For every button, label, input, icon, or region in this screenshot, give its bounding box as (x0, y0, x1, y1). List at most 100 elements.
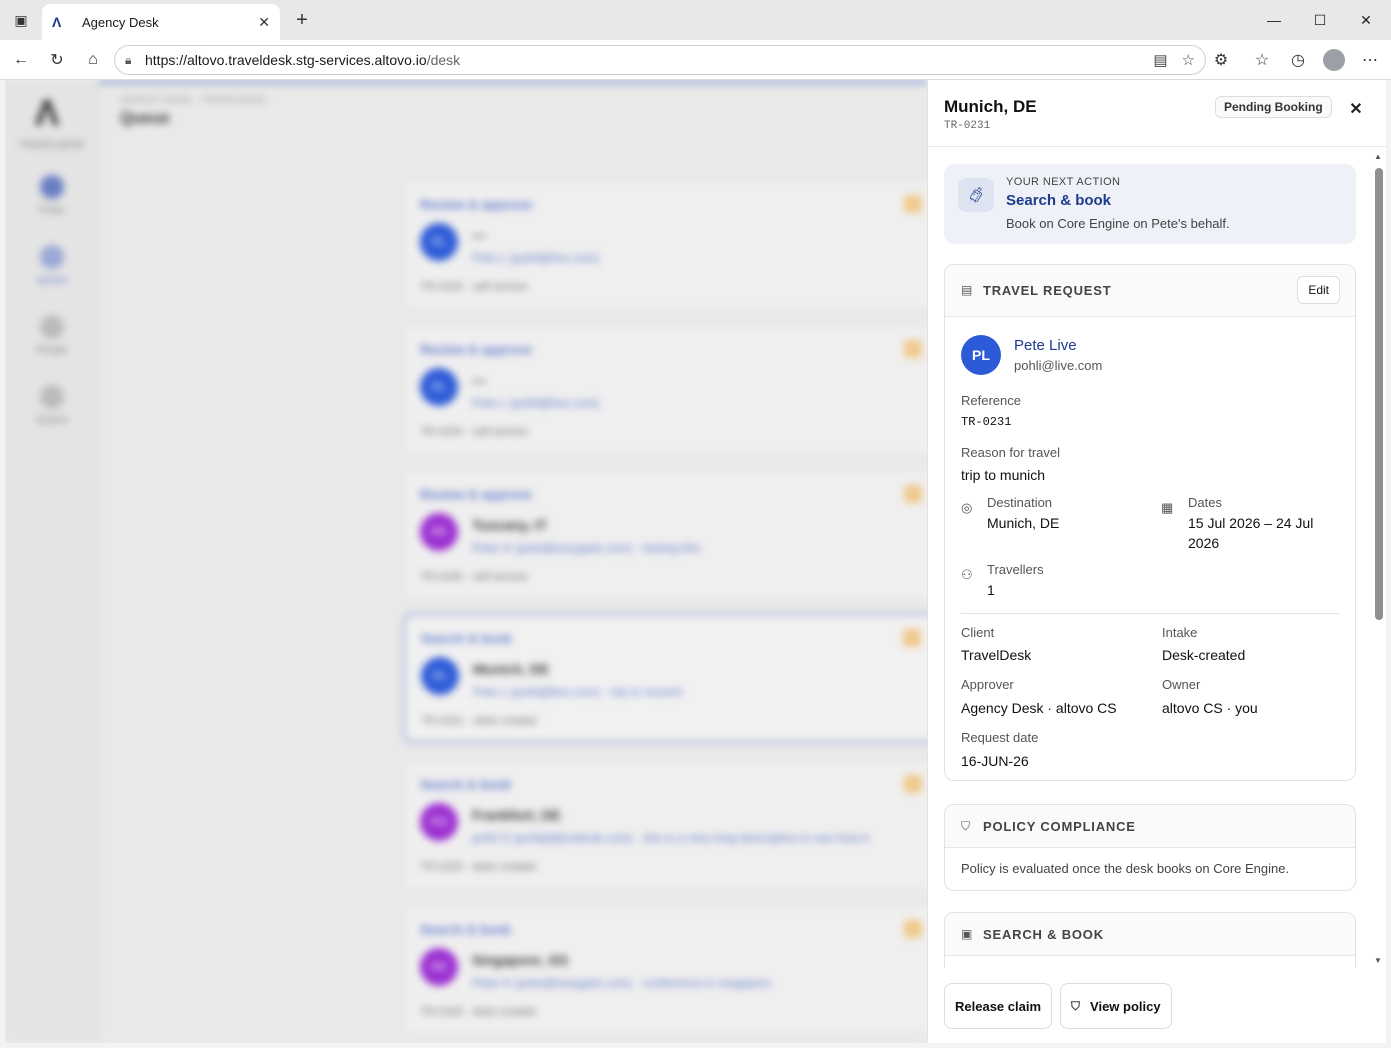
card-action: Review & approve (420, 197, 532, 212)
card-name: Frankfurt, DE (472, 807, 561, 823)
panel-reference: TR-0231 (944, 120, 991, 132)
destination-label: Destination (987, 495, 1053, 510)
app-label: TRAVELDESK (19, 140, 85, 151)
status-badge (904, 775, 922, 793)
home-icon[interactable]: ⌂ (80, 48, 106, 72)
status-badge (903, 629, 921, 647)
shield-icon: ⛉ (961, 819, 971, 833)
app-sidebar: Λ TRAVELDESK Pulse Queue People Search (5, 80, 99, 1043)
traveller-email: pohli@live.com (1014, 358, 1103, 373)
queue-card[interactable]: Review & approve PL — Pete L (pohli@live… (403, 325, 943, 455)
scroll-down-icon[interactable]: ▼ (1374, 956, 1382, 965)
nav-item-queue[interactable]: Queue (5, 245, 99, 286)
favorite-star-icon[interactable]: ☆ (1182, 51, 1195, 69)
client-value: TravelDesk (961, 647, 1032, 663)
travel-request-body: PL Pete Live pohli@live.com Reference TR… (945, 317, 1355, 780)
favorites-icon[interactable]: ☆ (1249, 48, 1275, 72)
luggage-icon: ▣ (961, 927, 973, 941)
card-action: Review & approve (420, 342, 532, 357)
card-foot: TR-0228 · desk created (420, 1006, 536, 1018)
reader-mode-icon[interactable]: ▤ (1153, 51, 1167, 69)
status-badge (904, 340, 922, 358)
card-action: Search & book (420, 922, 512, 937)
status-badge (904, 195, 922, 213)
more-menu-icon[interactable]: ⋯ (1357, 48, 1383, 72)
dates-value-line2: 2026 (1188, 535, 1220, 551)
panel-scroll-area[interactable]: 🧳︎ YOUR NEXT ACTION Search & book Book o… (928, 148, 1386, 968)
calendar-icon: ▦ (1161, 500, 1174, 515)
nav-item-people[interactable]: People (5, 315, 99, 356)
page-viewport: Λ TRAVELDESK Pulse Queue People Search A… (5, 80, 1386, 1043)
card-name: Munich, DE (473, 661, 550, 677)
back-icon[interactable]: ← (8, 48, 34, 72)
card-email: Pete L (pohli@live.com) (472, 251, 600, 265)
card-foot: TR-0234 · self service (420, 426, 528, 438)
app-logo-icon: Λ (35, 92, 60, 133)
queue-icon (40, 245, 64, 269)
queue-card-selected[interactable]: Search & book PL Munich, DE Pete L (pohl… (403, 613, 943, 743)
document-icon: ▤ (961, 283, 973, 297)
client-label: Client (961, 625, 995, 640)
card-name: — (472, 227, 486, 243)
next-action-title: Search & book (1006, 192, 1112, 209)
destination-value: Munich, DE (987, 515, 1060, 531)
location-pin-icon: ◎ (961, 500, 973, 515)
dates-value-line1: 15 Jul 2026 – 24 Jul (1188, 515, 1314, 531)
refresh-icon[interactable]: ↻ (44, 48, 70, 72)
card-header: ▤ TRAVEL REQUEST Edit (945, 265, 1355, 317)
intake-label: Intake (1162, 625, 1198, 640)
scroll-up-icon[interactable]: ▲ (1374, 152, 1382, 161)
next-action-banner: 🧳︎ YOUR NEXT ACTION Search & book Book o… (944, 164, 1356, 244)
panel-scrollbar[interactable]: ▲ ▼ (1372, 150, 1384, 968)
release-claim-button[interactable]: Release claim (944, 983, 1053, 1029)
card-action: Search & book (420, 777, 512, 792)
url-host: https://altovo.traveldesk.stg-services.a… (145, 52, 427, 68)
panel-footer: Release claim ⛉ View policy (928, 968, 1386, 1043)
new-tab-button[interactable]: + (290, 8, 314, 32)
card-title: SEARCH & BOOK (983, 927, 1104, 942)
browser-tab[interactable]: Λ Agency Desk ✕ (42, 4, 280, 40)
divider (961, 613, 1339, 614)
nav-label: Search (36, 415, 68, 426)
edit-button[interactable]: Edit (1297, 276, 1340, 304)
maximize-icon[interactable]: ☐ (1308, 8, 1332, 32)
card-action: Search & book (421, 631, 513, 646)
card-name: Tuscany, IT (472, 517, 547, 533)
window-close-icon[interactable]: ✕ (1354, 8, 1378, 32)
nav-label: Queue (36, 275, 68, 286)
queue-card[interactable]: Review & approve PK Tuscany, IT Peter K … (403, 470, 943, 600)
scrollbar-thumb[interactable] (1375, 168, 1383, 620)
policy-text: Policy is evaluated once the desk books … (961, 861, 1290, 876)
favicon-icon: Λ (52, 14, 62, 30)
close-icon[interactable]: ✕ (1346, 99, 1366, 119)
address-bar[interactable]: 🔒︎ https://altovo.traveldesk.stg-service… (114, 45, 1206, 75)
tab-close-icon[interactable]: ✕ (258, 14, 270, 31)
avatar: PL (421, 657, 459, 695)
traveller-name-link[interactable]: Pete Live (1014, 337, 1077, 354)
queue-card[interactable]: Review & approve PL — Pete L (pohli@live… (403, 180, 943, 310)
tab-actions-icon[interactable]: ▣ (8, 8, 34, 32)
avatar: PK (420, 513, 458, 551)
history-icon[interactable]: ◷ (1285, 48, 1311, 72)
reason-value: trip to munich (961, 467, 1046, 483)
page-title: Queue (120, 110, 170, 127)
nav-item-pulse[interactable]: Pulse (5, 175, 99, 216)
next-action-label: YOUR NEXT ACTION (1006, 176, 1121, 188)
request-date-value: 16-JUN-26 (961, 753, 1029, 769)
tab-title: Agency Desk (82, 14, 159, 30)
browser-titlebar: ▣ Λ Agency Desk ✕ + — ☐ ✕ (0, 0, 1391, 40)
request-detail-panel: Munich, DE TR-0231 Pending Booking ✕ 🧳︎ … (927, 80, 1386, 1043)
card-foot: TR-0229 · desk created (420, 861, 536, 873)
card-header: ▣ SEARCH & BOOK (945, 913, 1355, 956)
queue-card[interactable]: Search & book PK Singapore, SG Peter K (… (403, 905, 943, 1035)
profile-avatar[interactable] (1321, 48, 1347, 72)
extensions-icon[interactable]: ⚙ (1208, 48, 1234, 72)
nav-item-search[interactable]: Search (5, 385, 99, 426)
queue-card[interactable]: Search & book PO Frankfurt, DE pohli O (… (403, 760, 943, 890)
view-policy-button[interactable]: ⛉ View policy (1060, 983, 1172, 1029)
people-icon: ⚇ (961, 567, 973, 582)
policy-compliance-card: ⛉ POLICY COMPLIANCE Policy is evaluated … (944, 804, 1356, 891)
search-book-card: ▣ SEARCH & BOOK (944, 912, 1356, 968)
card-title: POLICY COMPLIANCE (983, 819, 1136, 834)
minimize-icon[interactable]: — (1262, 8, 1286, 32)
